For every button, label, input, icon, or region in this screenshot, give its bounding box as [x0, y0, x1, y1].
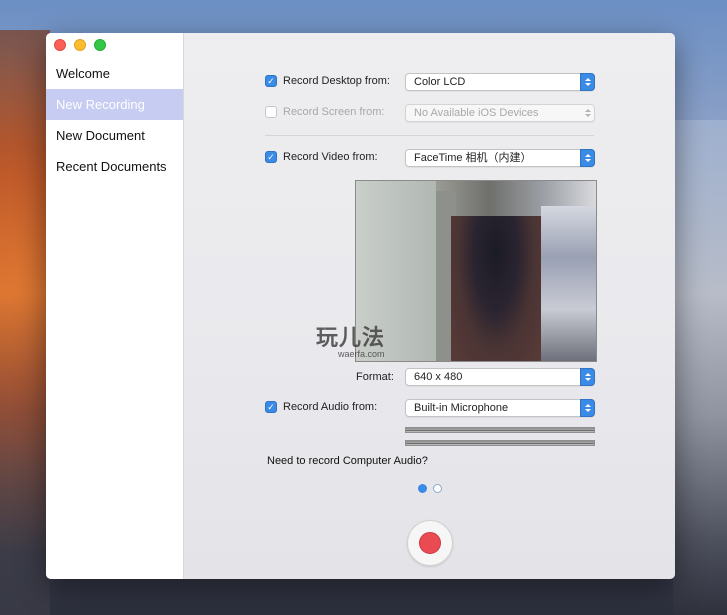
record-icon [419, 532, 441, 554]
desktop-wallpaper-right [673, 120, 727, 615]
record-audio-value: Built-in Microphone [414, 402, 509, 414]
format-value: 640 x 480 [414, 371, 463, 383]
computer-audio-link[interactable]: Need to record Computer Audio? [267, 455, 428, 467]
page-dot-1[interactable] [418, 484, 427, 493]
select-arrows-icon [580, 149, 595, 167]
record-video-value: FaceTime 相机（内建） [414, 152, 532, 164]
sidebar-item-new-recording[interactable]: New Recording [46, 89, 183, 120]
record-button[interactable] [407, 520, 453, 566]
page-dot-2[interactable] [433, 484, 442, 493]
audio-level-meter-right [405, 440, 595, 446]
record-audio-label: Record Audio from: [283, 401, 378, 413]
record-video-label: Record Video from: [283, 151, 378, 163]
section-divider [265, 135, 594, 136]
record-screen-checkbox[interactable]: ✓ [265, 106, 277, 118]
window-controls [54, 39, 106, 51]
record-desktop-label: Record Desktop from: [283, 75, 390, 87]
record-audio-row: ✓ Record Audio from: [265, 401, 377, 413]
select-arrows-icon [580, 104, 595, 122]
record-video-checkbox[interactable]: ✓ [265, 151, 277, 163]
audio-level-meter-left [405, 427, 595, 433]
page-indicator [418, 484, 442, 493]
sidebar-item-welcome[interactable]: Welcome [46, 58, 183, 89]
record-desktop-checkbox[interactable]: ✓ [265, 75, 277, 87]
close-window-button[interactable] [54, 39, 66, 51]
select-arrows-icon [580, 73, 595, 91]
record-desktop-row: ✓ Record Desktop from: [265, 75, 390, 87]
watermark-logo: 玩儿法 waerfa.com [316, 325, 386, 359]
format-select[interactable]: 640 x 480 [405, 368, 595, 386]
record-screen-value: No Available iOS Devices [414, 107, 539, 119]
record-screen-label: Record Screen from: [283, 106, 385, 118]
sidebar-list: Welcome New Recording New Document Recen… [46, 58, 183, 182]
record-audio-checkbox[interactable]: ✓ [265, 401, 277, 413]
app-window: Welcome New Recording New Document Recen… [46, 33, 675, 579]
record-audio-select[interactable]: Built-in Microphone [405, 399, 595, 417]
record-desktop-value: Color LCD [414, 76, 466, 88]
desktop-wallpaper-left [0, 30, 50, 615]
record-video-select[interactable]: FaceTime 相机（内建） [405, 149, 595, 167]
sidebar-item-new-document[interactable]: New Document [46, 120, 183, 151]
minimize-window-button[interactable] [74, 39, 86, 51]
format-label: Format: [356, 371, 394, 383]
sidebar-item-recent-documents[interactable]: Recent Documents [46, 151, 183, 182]
record-screen-select[interactable]: No Available iOS Devices [405, 104, 595, 122]
record-video-row: ✓ Record Video from: [265, 151, 378, 163]
zoom-window-button[interactable] [94, 39, 106, 51]
select-arrows-icon [580, 399, 595, 417]
format-row: Format: [356, 371, 394, 383]
recording-panel: ✓ Record Desktop from: Color LCD ✓ Recor… [184, 33, 675, 579]
record-desktop-select[interactable]: Color LCD [405, 73, 595, 91]
sidebar: Welcome New Recording New Document Recen… [46, 33, 184, 579]
camera-preview [355, 180, 597, 362]
record-screen-row: ✓ Record Screen from: [265, 106, 384, 118]
select-arrows-icon [580, 368, 595, 386]
